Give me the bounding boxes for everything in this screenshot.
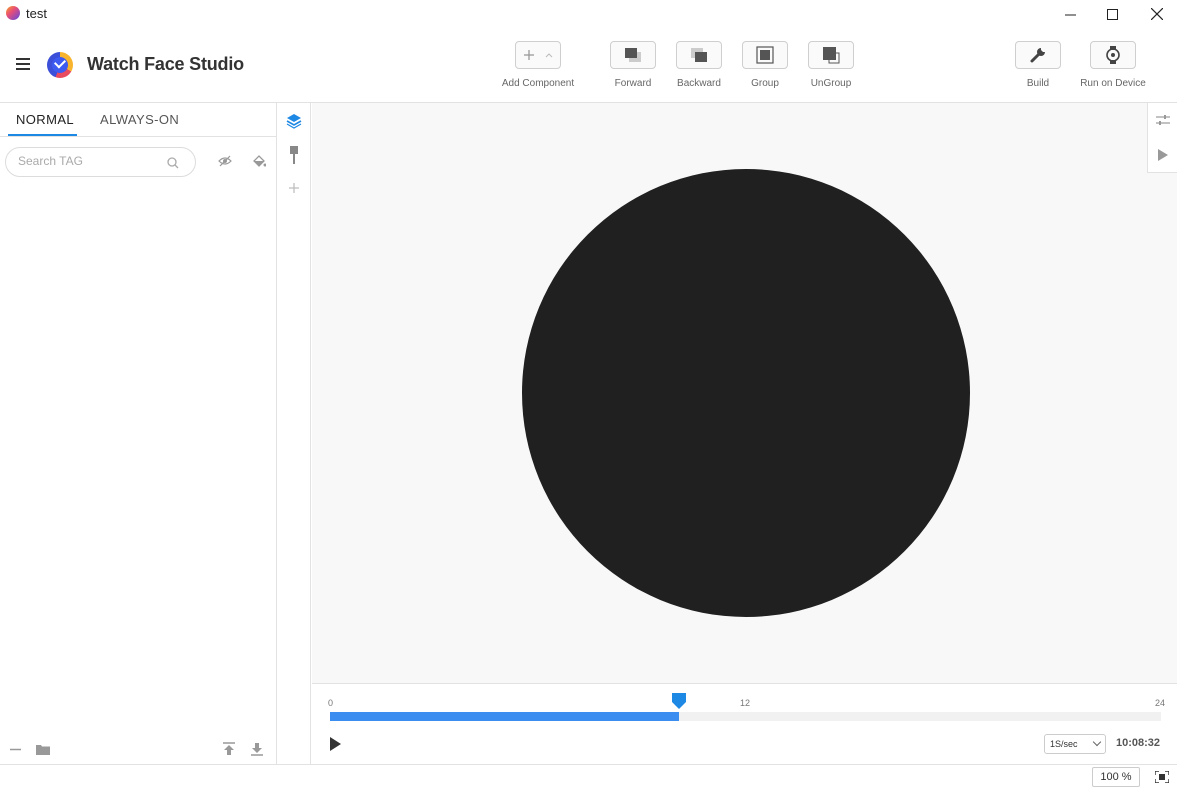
run-on-device-label: Run on Device [1080,78,1146,89]
send-backward-icon [691,48,707,62]
backward-button[interactable]: Backward [675,41,723,89]
fit-screen-icon[interactable] [1155,771,1169,783]
timeline-track[interactable] [330,712,1161,721]
tab-always-on[interactable]: ALWAYS-ON [100,112,179,127]
speed-select[interactable]: 1S/sec [1044,734,1106,754]
layer-panel-footer [0,734,277,764]
wrench-icon [1030,48,1045,63]
mode-tabs: NORMAL ALWAYS-ON [0,103,276,137]
run-on-device-button[interactable]: Run on Device [1075,41,1151,89]
maximize-icon [1106,8,1118,20]
folder-icon[interactable] [36,743,50,755]
speed-value: 1S/sec [1050,739,1078,749]
backward-label: Backward [677,78,721,89]
bring-forward-icon [625,48,641,62]
close-button[interactable] [1134,0,1177,28]
tab-normal[interactable]: NORMAL [16,112,74,127]
timeline-panel: 0 12 24 1S/sec 10:08:32 [312,683,1177,764]
build-label: Build [1026,78,1050,89]
app-header: Watch Face Studio Add Component Forward … [0,28,1177,103]
search-tag-box [5,147,196,177]
app-name: Watch Face Studio [87,54,244,74]
build-button[interactable]: Build [1014,41,1062,89]
add-component-label: Add Component [501,78,575,89]
search-tag-input[interactable] [18,154,158,168]
window-title: test [26,6,47,21]
search-icon[interactable] [167,157,179,169]
group-label: Group [751,78,779,89]
layers-icon[interactable] [286,113,302,129]
add-icon [524,50,553,60]
timeline-tick-mid: 12 [740,698,751,708]
timeline-tick-start: 0 [328,698,334,708]
move-to-top-icon[interactable] [223,742,235,756]
timeline-handle[interactable] [672,693,687,709]
active-tab-indicator [8,134,77,136]
hide-visibility-icon[interactable] [218,155,232,167]
paint-bucket-icon[interactable] [252,154,266,168]
ungroup-label: UnGroup [810,78,852,89]
maximize-button[interactable] [1089,0,1135,28]
watch-icon [1106,46,1120,64]
chevron-down-icon [1092,737,1102,747]
forward-button[interactable]: Forward [609,41,657,89]
zoom-level[interactable]: 100 % [1092,767,1140,787]
close-icon [1151,8,1163,20]
menu-icon[interactable] [16,58,30,70]
play-icon[interactable] [1158,149,1168,161]
layer-panel: NORMAL ALWAYS-ON [0,103,277,764]
move-to-bottom-icon[interactable] [251,742,263,756]
add-component-button[interactable]: Add Component [491,41,585,89]
forward-label: Forward [614,78,652,89]
minimize-button[interactable] [1047,0,1093,28]
group-icon [756,46,774,64]
app-icon [6,6,20,20]
brush-icon[interactable] [289,146,299,164]
app-logo [47,52,73,78]
timeline-progress [330,712,680,721]
sliders-icon[interactable] [1156,114,1170,126]
side-tool-strip [277,103,311,764]
status-bar: 100 % [0,764,1177,788]
ungroup-button[interactable]: UnGroup [807,41,855,89]
ungroup-icon [823,47,840,64]
add-icon[interactable] [289,183,299,193]
group-button[interactable]: Group [741,41,789,89]
watch-face-preview[interactable] [522,169,970,617]
timeline-tick-end: 24 [1155,698,1166,708]
right-tool-strip [1147,103,1177,173]
minimize-icon [1064,14,1076,15]
current-time: 10:08:32 [1116,737,1161,749]
remove-icon[interactable] [10,744,21,755]
preview-canvas[interactable] [312,103,1177,683]
title-bar: test [0,0,1177,28]
play-button[interactable] [330,737,341,751]
